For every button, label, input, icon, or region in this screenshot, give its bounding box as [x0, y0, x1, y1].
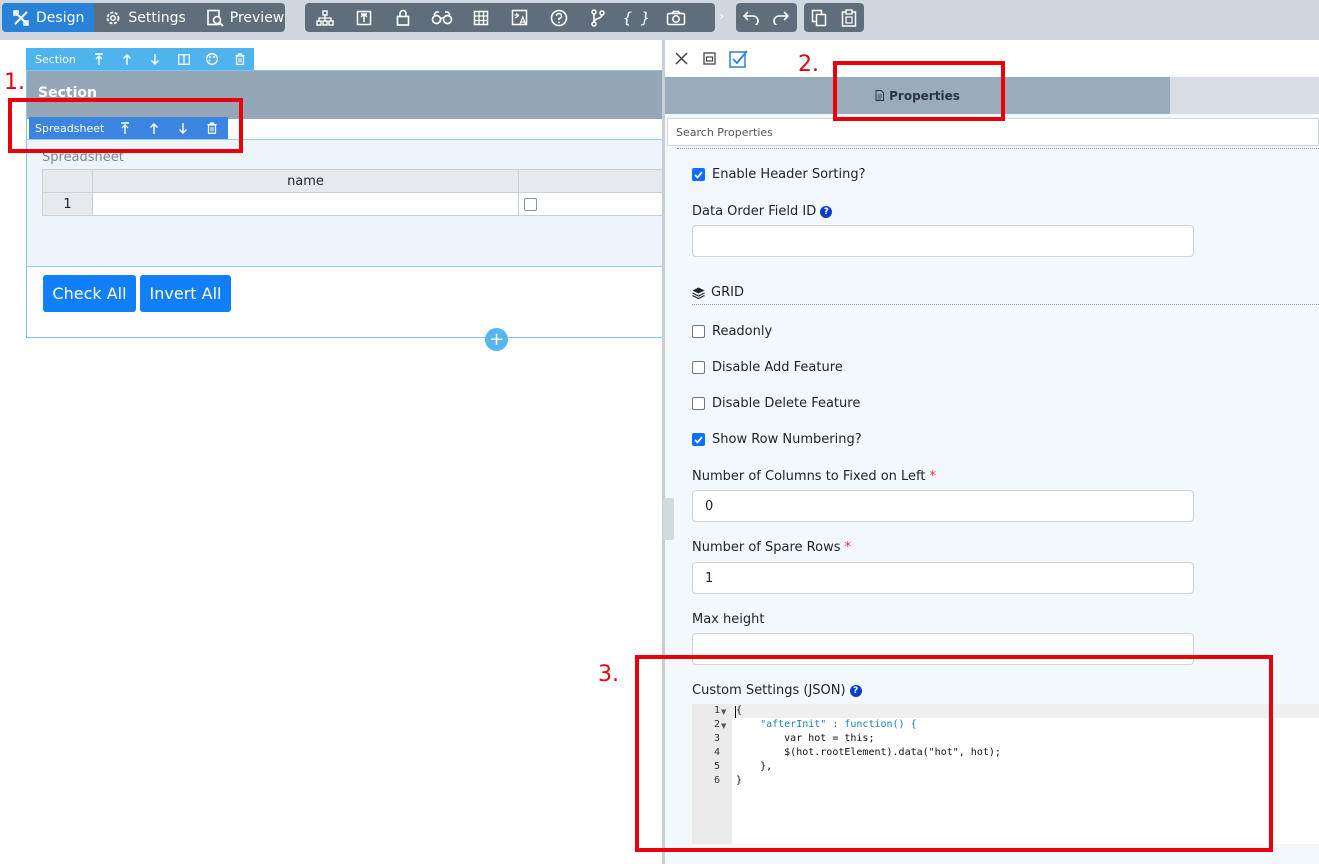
add-component-icon[interactable]: +: [485, 328, 508, 351]
grid-section-header: GRID: [692, 285, 744, 300]
design-label: Design: [36, 9, 85, 26]
panel-resize-handle[interactable]: [663, 498, 674, 540]
translate-icon[interactable]: [500, 3, 539, 32]
copy-icon[interactable]: [804, 3, 834, 32]
grid-corner-cell: [42, 169, 93, 193]
sitemap-icon[interactable]: [305, 3, 344, 32]
enable-header-sorting-checkbox[interactable]: [692, 168, 705, 181]
settings-label: Settings: [128, 9, 186, 26]
design-button[interactable]: Design: [2, 3, 95, 32]
disable-add-feature-checkbox[interactable]: [692, 361, 705, 374]
clipboard-group: [804, 3, 864, 32]
help-icon[interactable]: ?: [820, 205, 833, 218]
spare-rows-label-row: Number of Spare Rows *: [692, 540, 851, 555]
spare-rows-label: Number of Spare Rows: [692, 540, 841, 555]
show-row-numbering-field: Show Row Numbering?: [692, 432, 862, 447]
table-row: 1: [42, 192, 669, 216]
annotation-box-2: [833, 61, 1005, 121]
readonly-field: Readonly: [692, 324, 772, 339]
enable-header-sorting-label: Enable Header Sorting?: [712, 167, 866, 182]
lock-icon[interactable]: [383, 3, 422, 32]
move-to-top-icon[interactable]: [85, 48, 113, 70]
data-order-field-id-label-row: Data Order Field ID ?: [692, 204, 833, 219]
camera-icon[interactable]: [656, 3, 695, 32]
grid-section-title: GRID: [711, 285, 744, 300]
required-mark: *: [844, 540, 851, 555]
row-checkbox[interactable]: [524, 197, 537, 211]
top-toolbar: Design Settings Preview { } ›: [0, 0, 1319, 40]
show-row-numbering-label: Show Row Numbering?: [712, 432, 862, 447]
fixed-columns-input[interactable]: [692, 490, 1194, 522]
binoculars-icon[interactable]: [422, 3, 461, 32]
annotation-box-1: [8, 98, 243, 153]
upload-box-icon[interactable]: [344, 3, 383, 32]
spare-rows-input[interactable]: [692, 562, 1194, 594]
trash-icon[interactable]: [226, 48, 254, 70]
preview-label: Preview: [229, 9, 285, 26]
close-icon[interactable]: [675, 52, 688, 65]
annotation-box-3: [635, 655, 1273, 852]
grid-header-row: name: [42, 169, 669, 193]
grid-cell-check[interactable]: [518, 192, 669, 216]
enable-header-sorting-field: Enable Header Sorting?: [692, 167, 866, 182]
show-row-numbering-checkbox[interactable]: [692, 433, 705, 446]
mode-switcher: Design Settings Preview: [2, 3, 285, 32]
annotation-number-1: 1.: [4, 70, 25, 95]
required-mark: *: [929, 469, 937, 484]
gear-icon: [104, 9, 122, 27]
branch-icon[interactable]: [578, 3, 617, 32]
grid-cell-name[interactable]: [92, 192, 519, 216]
preview-document-icon: [206, 9, 224, 27]
grid-column-header-check[interactable]: [518, 169, 669, 193]
checklist-icon[interactable]: [729, 50, 748, 68]
section-toolbar-label: Section: [35, 52, 76, 66]
fixed-columns-label: Number of Columns to Fixed on Left: [692, 469, 926, 484]
disable-delete-feature-label: Disable Delete Feature: [712, 396, 861, 411]
move-down-icon[interactable]: [141, 48, 169, 70]
palette-icon[interactable]: [198, 48, 226, 70]
data-order-field-id-label: Data Order Field ID: [692, 204, 817, 219]
preview-button[interactable]: Preview: [196, 3, 295, 32]
check-all-button[interactable]: Check All: [43, 275, 136, 312]
redo-icon[interactable]: [766, 3, 796, 32]
annotation-number-3: 3.: [598, 662, 619, 687]
design-tools-icon: [12, 9, 30, 27]
grid-icon[interactable]: [461, 3, 500, 32]
divider: [677, 148, 1319, 149]
tool-icons-group: { } ›: [305, 3, 724, 32]
disable-delete-feature-checkbox[interactable]: [692, 397, 705, 410]
history-group: [736, 3, 797, 32]
settings-button[interactable]: Settings: [94, 3, 195, 32]
paste-icon[interactable]: [834, 3, 864, 32]
layers-icon: [692, 287, 705, 299]
columns-icon[interactable]: [169, 48, 197, 70]
grid-column-header-name[interactable]: name: [92, 169, 519, 193]
scroll-right-chevron-icon[interactable]: ›: [719, 9, 724, 23]
help-circle-icon[interactable]: [539, 3, 578, 32]
max-height-label-row: Max height: [692, 612, 764, 627]
readonly-label: Readonly: [712, 324, 773, 339]
data-order-field-id-input[interactable]: [692, 225, 1194, 257]
disable-add-feature-label: Disable Add Feature: [712, 360, 843, 375]
search-properties-input[interactable]: [667, 118, 1319, 146]
max-height-label: Max height: [692, 612, 765, 627]
move-up-icon[interactable]: [113, 48, 141, 70]
disable-add-feature-field: Disable Add Feature: [692, 360, 843, 375]
readonly-checkbox[interactable]: [692, 325, 705, 338]
spreadsheet-grid: name 1: [42, 169, 669, 216]
undo-icon[interactable]: [736, 3, 766, 32]
divider: [692, 304, 1319, 305]
grid-row-number: 1: [42, 192, 93, 216]
section-toolbar: Section: [26, 48, 254, 70]
annotation-number-2: 2.: [798, 52, 819, 77]
invert-all-button[interactable]: Invert All: [140, 275, 231, 312]
braces-icon[interactable]: { }: [617, 3, 656, 32]
fixed-columns-label-row: Number of Columns to Fixed on Left *: [692, 469, 936, 484]
minimize-window-icon[interactable]: [703, 52, 716, 65]
disable-delete-feature-field: Disable Delete Feature: [692, 396, 860, 411]
